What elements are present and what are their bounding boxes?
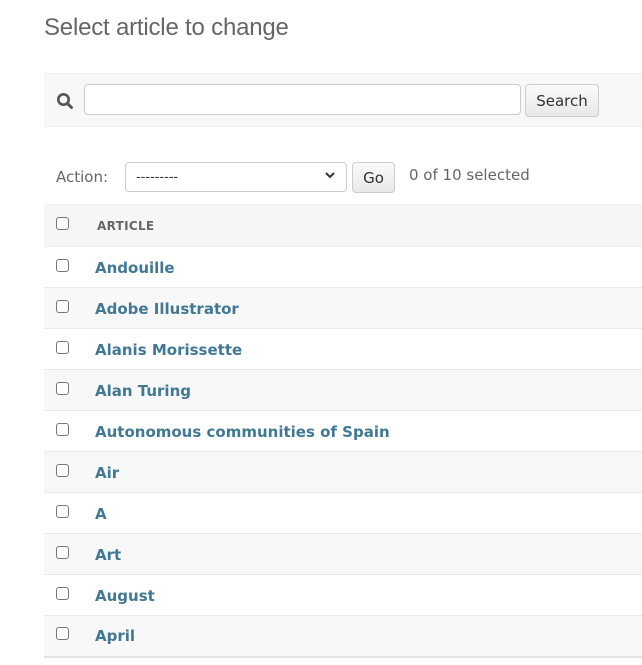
row-checkbox[interactable] (56, 258, 69, 272)
article-cell: August (84, 575, 642, 616)
go-button[interactable]: Go (352, 162, 395, 193)
row-select-cell (44, 288, 84, 329)
action-label: Action: (56, 168, 109, 186)
search-button[interactable]: Search (525, 84, 599, 117)
table-row: April (44, 615, 642, 657)
row-checkbox[interactable] (56, 504, 69, 518)
row-checkbox[interactable] (56, 463, 69, 477)
article-cell: Alanis Morissette (84, 329, 642, 370)
row-checkbox[interactable] (56, 586, 69, 600)
search-toolbar: Search (44, 73, 642, 127)
selection-counter: 0 of 10 selected (409, 166, 530, 184)
action-select[interactable]: --------- (125, 162, 347, 192)
row-select-cell (44, 411, 84, 452)
select-all-checkbox[interactable] (56, 216, 69, 230)
article-cell: April (84, 616, 642, 657)
article-link[interactable]: April (84, 627, 135, 645)
table-header-row: ARTICLE (44, 204, 642, 247)
actions-bar: Action: --------- Go 0 of 10 selected (44, 155, 642, 199)
table-row: Art (44, 533, 642, 575)
article-cell: Air (84, 452, 642, 493)
table-row: Adobe Illustrator (44, 287, 642, 329)
table-row: Andouille (44, 246, 642, 288)
chevron-down-icon (324, 169, 336, 185)
row-checkbox[interactable] (56, 627, 69, 641)
table-row: Alanis Morissette (44, 328, 642, 370)
row-select-cell (44, 452, 84, 493)
action-select-value: --------- (136, 169, 179, 185)
row-checkbox[interactable] (56, 299, 69, 313)
article-cell: A (84, 493, 642, 534)
row-select-cell (44, 370, 84, 411)
result-table: ARTICLE Andouille Adobe Illustrator Alanis… (44, 204, 642, 658)
row-select-cell (44, 575, 84, 616)
article-cell: Adobe Illustrator (84, 288, 642, 329)
table-row: August (44, 574, 642, 616)
column-header-article[interactable]: ARTICLE (84, 205, 642, 247)
table-row: A (44, 492, 642, 534)
row-checkbox[interactable] (56, 545, 69, 559)
article-cell: Alan Turing (84, 370, 642, 411)
select-all-cell (44, 205, 84, 247)
row-checkbox[interactable] (56, 381, 69, 395)
row-checkbox[interactable] (56, 340, 69, 354)
article-link[interactable]: A (84, 505, 107, 523)
table-row: Air (44, 451, 642, 493)
article-cell: Art (84, 534, 642, 575)
article-link[interactable]: Adobe Illustrator (84, 300, 239, 318)
page-title: Select article to change (44, 14, 289, 41)
article-link[interactable]: Alan Turing (84, 382, 191, 400)
article-cell: Autonomous communities of Spain (84, 411, 642, 452)
row-select-cell (44, 534, 84, 575)
article-link[interactable]: Alanis Morissette (84, 341, 242, 359)
article-link[interactable]: August (84, 587, 155, 605)
search-input[interactable] (84, 84, 521, 115)
row-select-cell (44, 493, 84, 534)
table-row: Autonomous communities of Spain (44, 410, 642, 452)
row-select-cell (44, 616, 84, 657)
article-link[interactable]: Air (84, 464, 119, 482)
article-cell: Andouille (84, 247, 642, 288)
row-select-cell (44, 247, 84, 288)
article-link[interactable]: Andouille (84, 259, 175, 277)
table-row: Alan Turing (44, 369, 642, 411)
search-icon (56, 92, 74, 110)
row-select-cell (44, 329, 84, 370)
change-list-page: Select article to change Search Action: … (0, 0, 642, 665)
article-link[interactable]: Autonomous communities of Spain (84, 423, 390, 441)
row-checkbox[interactable] (56, 422, 69, 436)
article-link[interactable]: Art (84, 546, 121, 564)
table-body: Andouille Adobe Illustrator Alanis Morisse… (44, 246, 642, 657)
